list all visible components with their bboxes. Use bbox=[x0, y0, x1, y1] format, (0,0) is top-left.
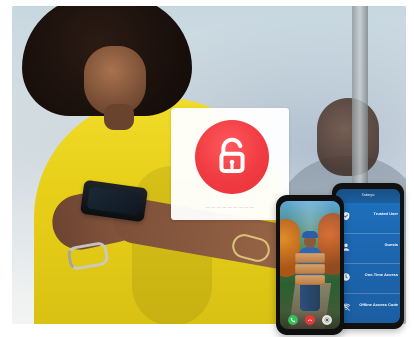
menu-item-label: One-Time Access bbox=[364, 272, 398, 277]
menu-item-label: Guests bbox=[384, 242, 398, 247]
call-controls bbox=[280, 311, 340, 329]
phone-access-menu-screen: Tabeyo Trusted User Guests One-Time Acce… bbox=[336, 189, 400, 323]
background-person-head bbox=[317, 98, 379, 176]
unlock-icon bbox=[219, 137, 245, 173]
video-call-screen bbox=[280, 201, 340, 329]
woman-neck bbox=[104, 104, 134, 130]
menu-item-offline-access-code[interactable]: Offline Access Code bbox=[336, 293, 400, 323]
access-menu: Trusted User Guests One-Time Access Offl… bbox=[336, 203, 400, 323]
courier-cap bbox=[302, 231, 318, 238]
package-box bbox=[295, 264, 325, 274]
answer-call-button[interactable] bbox=[288, 315, 298, 325]
menu-item-trusted-user[interactable]: Trusted User bbox=[336, 203, 400, 232]
settings-button[interactable] bbox=[322, 315, 332, 325]
phone-icon bbox=[290, 317, 296, 323]
package-box bbox=[295, 275, 325, 285]
unlock-caption: — — — — — — — — — bbox=[205, 204, 255, 209]
hero-image: — — — — — — — — — Tabeyo Trusted User Gu… bbox=[0, 0, 414, 337]
end-call-icon bbox=[308, 319, 312, 322]
menu-item-label: Trusted User bbox=[373, 211, 398, 216]
package-box bbox=[295, 253, 325, 263]
unlock-card: — — — — — — — — — bbox=[171, 108, 289, 220]
app-title: Tabeyo bbox=[361, 192, 375, 197]
end-call-button[interactable] bbox=[305, 315, 315, 325]
menu-item-label: Offline Access Code bbox=[359, 302, 398, 307]
unlock-button[interactable] bbox=[195, 120, 269, 194]
menu-item-guests[interactable]: Guests bbox=[336, 233, 400, 263]
phone-video-call bbox=[276, 195, 344, 335]
menu-item-one-time-access[interactable]: One-Time Access bbox=[336, 263, 400, 293]
gear-icon bbox=[324, 317, 330, 323]
